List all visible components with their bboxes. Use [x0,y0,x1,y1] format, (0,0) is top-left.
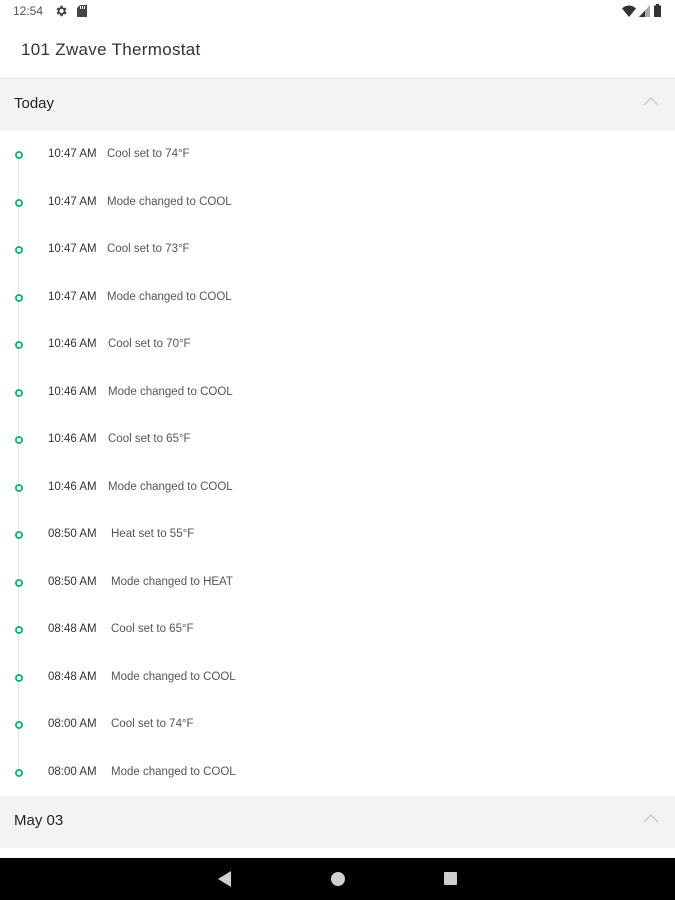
event-time: 10:46 AM [48,480,97,493]
event-row: 08:48 AM Cool set to 65°F [0,606,675,654]
sd-card-icon [77,5,87,17]
page-title: 101 Zwave Thermostat [21,40,201,59]
event-row: 08:00 AM Mode changed to COOL [0,749,675,797]
event-time: 08:48 AM [48,623,97,635]
event-time: 08:50 AM [48,528,97,540]
event-time: 10:47 AM [48,195,97,208]
section-header-may-03[interactable]: May 03 [0,796,675,848]
event-time: 08:00 AM [48,718,97,730]
event-time: 10:46 AM [48,385,97,398]
event-time: 08:00 AM [48,765,97,778]
event-dot [15,293,23,302]
event-description: Cool set to 65°F [111,623,194,635]
event-row: 10:47 AM Mode changed to COOL [0,274,675,322]
event-description: Cool set to 74°F [107,148,190,160]
wifi-icon [622,5,636,17]
recents-icon[interactable] [444,872,457,885]
back-icon[interactable] [218,871,232,887]
event-description: Mode changed to COOL [107,195,232,208]
event-description: Mode changed to COOL [107,290,232,303]
event-description: Mode changed to COOL [111,765,236,778]
event-list: 10:47 AM Cool set to 74°F 10:47 AM Mode … [0,131,675,796]
event-row: 10:46 AM Mode changed to COOL [0,369,675,417]
event-dot [15,341,23,349]
event-row: 10:46 AM Mode changed to COOL [0,464,675,512]
event-dot [15,673,23,682]
event-dot [15,768,23,777]
signal-icon [639,5,650,17]
chevron-up-icon[interactable] [643,95,659,107]
event-row: 08:00 AM Cool set to 74°F [0,701,675,749]
event-dot [15,483,23,492]
event-time: 10:47 AM [48,243,97,255]
event-description: Mode changed to COOL [108,480,233,493]
event-row: 08:48 AM Mode changed to COOL [0,654,675,702]
event-row: 08:50 AM Mode changed to HEAT [0,559,675,607]
event-dot [15,626,23,634]
event-dot [15,531,23,539]
section-label: May 03 [14,812,64,829]
event-time: 10:47 AM [48,290,97,303]
event-dot [15,151,23,159]
event-dot [15,578,23,587]
section-label: Today [14,95,55,112]
navigation-bar [0,858,675,900]
event-dot [15,246,23,254]
event-row: 08:50 AM Heat set to 55°F [0,511,675,559]
gear-icon [56,5,67,17]
event-description: Cool set to 73°F [107,243,190,255]
app-header: 101 Zwave Thermostat [0,24,675,79]
home-icon[interactable] [331,872,345,886]
event-description: Cool set to 74°F [111,718,194,730]
event-time: 10:47 AM [48,148,97,160]
event-dot [15,388,23,397]
event-description: Mode changed to HEAT [111,575,233,588]
battery-icon [654,4,661,17]
event-time: 10:46 AM [48,338,97,350]
chevron-up-icon[interactable] [643,812,659,824]
section-header-today[interactable]: Today [0,79,675,131]
status-time: 12:54 [13,4,44,18]
event-description: Cool set to 70°F [108,338,191,350]
event-description: Cool set to 65°F [108,433,191,445]
status-bar: 12:54 [0,0,675,24]
event-dot [15,198,23,207]
event-row: 10:46 AM Cool set to 70°F [0,321,675,369]
event-description: Heat set to 55°F [111,528,195,540]
event-row: 10:47 AM Mode changed to COOL [0,179,675,227]
event-dot [15,436,23,444]
event-description: Mode changed to COOL [111,670,236,683]
event-row: 10:46 AM Cool set to 65°F [0,416,675,464]
event-dot [15,721,23,729]
event-time: 10:46 AM [48,433,97,445]
event-time: 08:50 AM [48,575,97,588]
event-row: 10:47 AM Cool set to 73°F [0,226,675,274]
event-description: Mode changed to COOL [108,385,233,398]
event-time: 08:48 AM [48,670,97,683]
event-row: 10:47 AM Cool set to 74°F [0,131,675,179]
